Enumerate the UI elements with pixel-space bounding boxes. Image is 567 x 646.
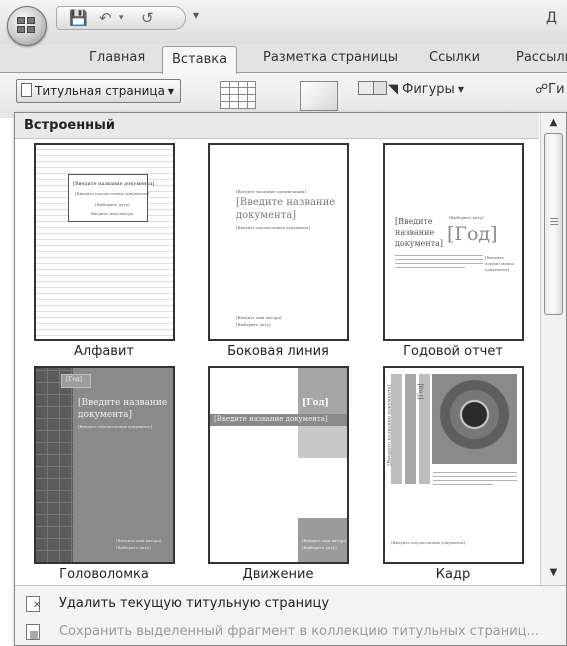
tab-insert[interactable]: Вставка xyxy=(162,46,238,74)
gallery-menu: ✕ Удалить текущую титульную страницу Сох… xyxy=(15,585,566,645)
remove-cover-page-item[interactable]: ✕ Удалить текущую титульную страницу xyxy=(15,590,566,618)
tab-home[interactable]: Главная xyxy=(89,50,145,65)
gallery-scrollbar[interactable]: ▲ ▼ xyxy=(540,113,566,585)
thumb-text: [Выберите дату] xyxy=(95,202,130,207)
tab-page-layout[interactable]: Разметка страницы xyxy=(263,50,398,65)
thumb-text: [Введите подзаголовок документа] xyxy=(391,540,466,545)
quick-access-toolbar: 💾 ↶ ▾ ↺ xyxy=(56,6,186,30)
thumb-text: [Введите название xyxy=(78,398,168,408)
thumb-text: [Введите имя автора] xyxy=(302,538,348,543)
remove-page-icon: ✕ xyxy=(26,596,41,612)
thumb-text: [Выберите дату] xyxy=(302,545,337,550)
cover-page-label: Титульная страница xyxy=(35,84,165,98)
gallery-item-caption: Годовой отчет xyxy=(403,344,503,359)
shapes-label: Фигуры xyxy=(402,82,455,97)
cover-thumbnail: [Введите название документа] [Введите по… xyxy=(34,143,175,341)
thumb-text: [Введите название документа] xyxy=(386,384,393,466)
thumb-text: название xyxy=(395,228,435,237)
gallery-section-title: Встроенный xyxy=(15,113,539,139)
title-box: [Введите название документа] [Введите по… xyxy=(68,174,154,222)
save-selection-label: Сохранить выделенный фрагмент в коллекци… xyxy=(59,624,539,639)
gallery-item-caption: Боковая линия xyxy=(227,344,329,359)
gallery-item-sideline[interactable]: [Введите название организации] [Введите … xyxy=(203,141,353,363)
thumb-text: [Год] xyxy=(417,383,425,400)
thumb-text: [Введите название документа] xyxy=(214,415,328,423)
thumb-text: [Введите название организации] xyxy=(236,189,306,194)
cover-thumbnail: [Год] [Введите название документа] [Введ… xyxy=(208,366,349,564)
scroll-up-icon[interactable]: ▲ xyxy=(541,113,566,133)
gallery-item-caption: Головоломка xyxy=(59,567,149,582)
undo-dropdown-icon[interactable]: ▾ xyxy=(119,10,124,26)
title-bar: 💾 ↶ ▾ ↺ ▾ Д xyxy=(0,0,567,46)
thumb-text: [Введите название документа] xyxy=(73,181,155,187)
thumb-text: [Год] xyxy=(302,398,329,408)
picture-icon[interactable] xyxy=(300,81,338,111)
tab-references[interactable]: Ссылки xyxy=(429,50,480,65)
chevron-down-icon: ▼ xyxy=(457,85,464,94)
save-selection-item[interactable]: Сохранить выделенный фрагмент в коллекци… xyxy=(15,618,566,646)
gallery-item-puzzle[interactable]: [Год] [Введите название документа] [Введ… xyxy=(29,364,179,586)
gallery-item-annual[interactable]: [Введите название документа] [Выберите д… xyxy=(378,141,528,363)
shapes-button[interactable]: ◥ Фигуры ▼ xyxy=(388,79,464,101)
thumb-text: подзаголовок xyxy=(485,261,514,266)
table-icon[interactable] xyxy=(220,81,256,109)
scroll-down-icon[interactable]: ▼ xyxy=(541,563,566,583)
thumb-text: [Год] xyxy=(447,223,498,245)
thumb-text: документа] xyxy=(395,239,444,248)
thumb-text: [Введите xyxy=(395,217,433,226)
gallery-item-alphabet[interactable]: [Введите название документа] [Введите по… xyxy=(29,141,179,363)
thumb-text: Введите имя автора xyxy=(91,211,134,216)
save-icon[interactable]: 💾 xyxy=(69,10,88,26)
office-button[interactable] xyxy=(7,6,47,46)
shapes-icon: ◥ xyxy=(388,82,398,97)
tab-mailings[interactable]: Рассылки xyxy=(516,50,567,65)
smartart-icon[interactable] xyxy=(373,81,387,95)
cover-thumbnail: [Введите название документа] [Год] [Введ… xyxy=(383,366,524,564)
thumb-text: документа] xyxy=(78,410,133,420)
thumb-text: [Введите подзаголовок документа] xyxy=(236,225,311,230)
thumb-text: [Введите имя автора] xyxy=(116,538,162,543)
scroll-thumb[interactable] xyxy=(544,133,563,315)
thumb-text: [Введите подзаголовок документа] xyxy=(78,424,153,429)
redo-icon[interactable]: ↺ xyxy=(141,10,154,26)
undo-icon[interactable]: ↶ xyxy=(99,10,112,26)
thumb-text: [Год] xyxy=(66,376,82,383)
thumb-text: [Выберите дату] xyxy=(116,545,151,550)
sunflower-image xyxy=(432,374,517,464)
gallery-item-caption: Движение xyxy=(242,567,314,582)
ribbon-tabs: Главная Вставка Разметка страницы Ссылки… xyxy=(0,44,567,74)
gallery-item-caption: Кадр xyxy=(435,567,471,582)
thumb-text: документа] xyxy=(236,210,297,221)
link-icon: ☍ xyxy=(535,82,549,97)
cover-page-gallery: Встроенный ▲ ▼ [Введите название докумен… xyxy=(14,112,567,646)
cover-thumbnail: [Год] [Введите название документа] [Введ… xyxy=(34,366,175,564)
cover-thumbnail: [Введите название документа] [Выберите д… xyxy=(383,143,524,341)
gallery-item-caption: Алфавит xyxy=(74,344,134,359)
thumb-text: [Введите имя автора] xyxy=(236,315,282,320)
window-title: Д xyxy=(546,10,557,26)
save-to-gallery-icon xyxy=(26,624,40,640)
gallery-item-motion[interactable]: [Год] [Введите название документа] [Введ… xyxy=(203,364,353,586)
chevron-down-icon: ▼ xyxy=(167,87,175,96)
office-logo-icon xyxy=(17,17,37,35)
thumb-text: [Введите название xyxy=(236,197,336,208)
link-label: Ги xyxy=(548,82,565,97)
cover-thumbnail: [Введите название организации] [Введите … xyxy=(208,143,349,341)
thumb-text: [Выберите дату] xyxy=(236,322,271,327)
customize-qat-icon[interactable]: ▾ xyxy=(193,8,199,22)
thumb-text: [Введите подзаголовок документа] xyxy=(75,191,150,196)
cover-page-button[interactable]: Титульная страница ▼ xyxy=(16,79,182,103)
thumb-text: [Введите xyxy=(485,255,504,260)
grip-icon xyxy=(550,218,558,225)
gallery-item-frame[interactable]: [Введите название документа] [Год] [Введ… xyxy=(378,364,528,586)
thumb-text: [Выберите дату] xyxy=(449,215,484,220)
hyperlink-button[interactable]: ☍Ги xyxy=(535,79,565,101)
page-icon xyxy=(21,83,32,97)
thumb-text: документа] xyxy=(485,267,510,272)
remove-cover-page-label: Удалить текущую титульную страницу xyxy=(59,596,330,611)
